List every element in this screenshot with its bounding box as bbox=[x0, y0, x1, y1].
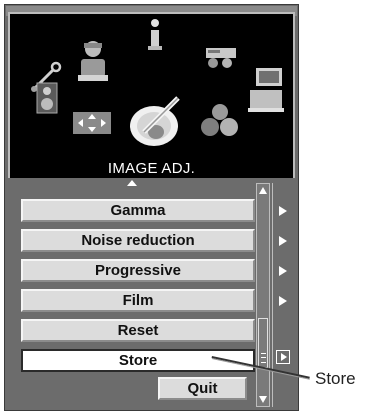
quit-button[interactable]: Quit bbox=[158, 377, 247, 400]
person-icon[interactable] bbox=[75, 39, 111, 83]
menu-item-reset[interactable]: Reset bbox=[21, 319, 255, 342]
panel-caption: IMAGE ADJ. bbox=[107, 160, 196, 177]
image-adjust-icon[interactable] bbox=[126, 92, 186, 150]
callout-label: Store bbox=[315, 369, 356, 388]
submenu-arrow-store-icon[interactable] bbox=[276, 350, 290, 364]
scroll-thumb[interactable] bbox=[258, 318, 268, 368]
arrows-icon[interactable] bbox=[72, 111, 112, 135]
submenu-arrow-noise-reduction-icon[interactable] bbox=[279, 236, 287, 246]
scroll-up-arrow-icon[interactable] bbox=[259, 187, 267, 194]
submenu-arrow-gamma-icon[interactable] bbox=[279, 206, 287, 216]
speaker-icon[interactable] bbox=[36, 82, 58, 114]
grip-icon bbox=[261, 353, 266, 363]
info-icon[interactable] bbox=[145, 18, 165, 52]
menu-icon-panel: IMAGE ADJ. bbox=[8, 12, 295, 178]
submenu-arrow-film-icon[interactable] bbox=[279, 296, 287, 306]
menu-item-noise-reduction[interactable]: Noise reduction bbox=[21, 229, 255, 252]
submenu-arrow-progressive-icon[interactable] bbox=[279, 266, 287, 276]
menu-item-progressive[interactable]: Progressive bbox=[21, 259, 255, 282]
balls-icon[interactable] bbox=[200, 102, 240, 138]
menu-scrollbar[interactable] bbox=[256, 183, 270, 407]
projector-icon[interactable] bbox=[204, 42, 240, 70]
laptop-icon[interactable] bbox=[246, 66, 290, 114]
scroll-up-indicator-icon bbox=[127, 180, 137, 186]
scroll-down-arrow-icon[interactable] bbox=[259, 396, 267, 403]
menu-item-film[interactable]: Film bbox=[21, 289, 255, 312]
menu-item-gamma[interactable]: Gamma bbox=[21, 199, 255, 222]
